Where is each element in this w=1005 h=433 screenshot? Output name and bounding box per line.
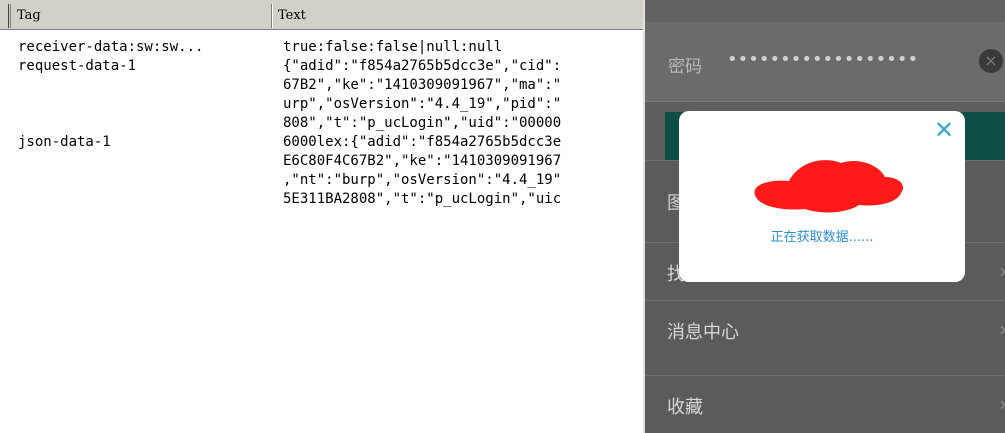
log-text-line: 5E311BA2808","t":"p_ucLogin","uic [283, 191, 562, 207]
log-table-header: Tag Text [0, 0, 643, 30]
log-text-line: E6C80F4C67B2","ke":"1410309091967 [283, 153, 562, 169]
phone-top-bar [645, 0, 1005, 22]
column-header-tag[interactable]: Tag [8, 4, 270, 28]
log-text: {"adid":"f854a2765b5dcc3e","cid": 67B2",… [283, 57, 643, 133]
redaction-mark [754, 160, 904, 213]
log-text-line: urp","osVersion":"4.4_19","pid":" [283, 96, 562, 112]
log-text: true:false:false|null:null [283, 38, 643, 57]
menu-item-label: 消息中心 [667, 322, 739, 343]
password-label: 密码 [668, 57, 702, 77]
log-text: 6000lex:{"adid":"f854a2765b5dcc3e E6C80F… [283, 133, 643, 209]
clear-icon[interactable]: × [979, 49, 1003, 73]
chevron-right-icon: › [999, 259, 1005, 283]
log-tag: request-data-1 [18, 58, 137, 74]
log-rows: receiver-data:sw:sw... true:false:false|… [0, 38, 643, 209]
loading-dialog: ✕ 正在获取数据...... [679, 111, 965, 282]
loading-status-text: 正在获取数据...... [770, 230, 874, 245]
menu-item-label: 收藏 [667, 397, 703, 418]
log-row[interactable]: request-data-1 {"adid":"f854a2765b5dcc3e… [0, 57, 643, 133]
log-text-line: 808","t":"p_ucLogin","uid":"00000 [283, 115, 562, 131]
menu-item-message-center[interactable]: 消息中心 › [645, 300, 1005, 360]
log-row[interactable]: json-data-1 6000lex:{"adid":"f854a2765b5… [0, 133, 643, 209]
log-tag: json-data-1 [18, 134, 111, 150]
log-text-line: ,"nt":"burp","osVersion":"4.4_19" [283, 172, 562, 188]
chevron-right-icon: › [999, 317, 1005, 341]
log-text-line: 6000lex:{"adid":"f854a2765b5dcc3e [283, 134, 562, 150]
log-tag: receiver-data:sw:sw... [18, 39, 204, 55]
menu-item-favorites[interactable]: 收藏 › [645, 375, 1005, 433]
log-text-line: true:false:false|null:null [283, 39, 503, 55]
log-row[interactable]: receiver-data:sw:sw... true:false:false|… [0, 38, 643, 57]
log-text-line: 67B2","ke":"1410309091967","ma":" [283, 77, 562, 93]
column-header-text[interactable]: Text [271, 4, 643, 28]
log-viewer: Tag Text receiver-data:sw:sw... true:fal… [0, 0, 643, 433]
close-icon[interactable]: ✕ [931, 117, 957, 143]
log-text-line: {"adid":"f854a2765b5dcc3e","cid": [283, 58, 562, 74]
chevron-right-icon: › [999, 392, 1005, 416]
phone-screen: 密码 •••••••••••••••••• × 登录 图 找… › 消息中心 ›… [643, 0, 1005, 433]
password-field[interactable]: •••••••••••••••••• [727, 49, 918, 70]
password-row[interactable]: 密码 •••••••••••••••••• × [645, 22, 1005, 102]
